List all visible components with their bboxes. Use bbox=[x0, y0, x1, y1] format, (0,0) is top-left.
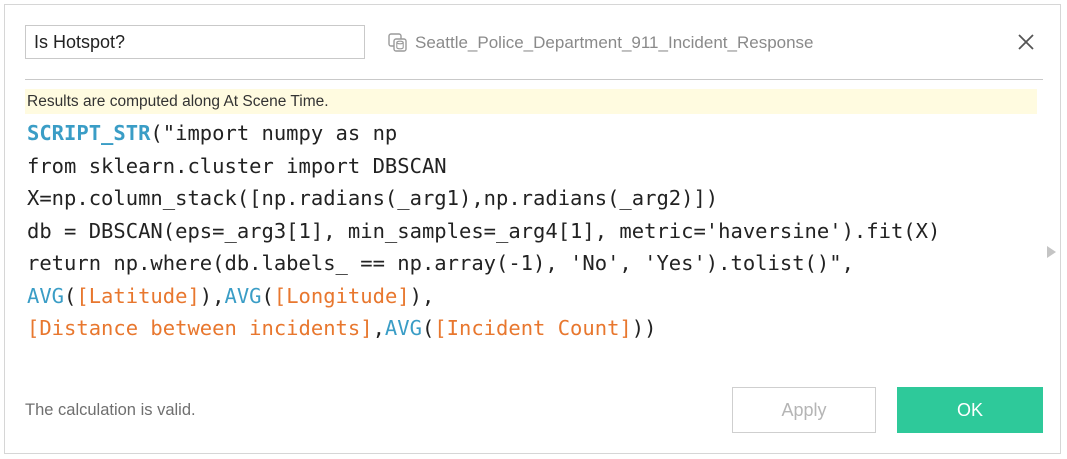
function-name: AVG bbox=[27, 283, 65, 308]
code-text: ), bbox=[199, 283, 225, 308]
formula-line: return np.where(db.labels_ == np.array(-… bbox=[27, 247, 1045, 280]
code-text: ("import numpy as np bbox=[150, 121, 398, 145]
data-source: Seattle_Police_Department_911_Incident_R… bbox=[387, 29, 814, 57]
field-reference: [Latitude] bbox=[76, 283, 200, 308]
formula-line: SCRIPT_STR("import numpy as np bbox=[27, 117, 1045, 150]
function-name: AVG bbox=[384, 316, 422, 340]
code-text: )) bbox=[631, 316, 657, 340]
data-source-icon bbox=[387, 32, 409, 54]
script-keyword: SCRIPT_STR bbox=[27, 121, 151, 145]
code-text: db = DBSCAN(eps=_arg3[1], min_samples=_a… bbox=[27, 218, 941, 243]
calculation-dialog: Seattle_Police_Department_911_Incident_R… bbox=[4, 4, 1061, 454]
code-text: ( bbox=[261, 283, 274, 308]
formula-line: from sklearn.cluster import DBSCAN bbox=[27, 150, 1045, 183]
formula-editor[interactable]: SCRIPT_STR("import numpy as np from sklea… bbox=[27, 117, 1045, 357]
validation-status: The calculation is valid. bbox=[25, 401, 196, 419]
code-text: ( bbox=[64, 283, 77, 308]
formula-line: AVG([Latitude]),AVG([Longitude]), bbox=[27, 280, 1045, 313]
calculation-name-input[interactable] bbox=[25, 25, 365, 59]
field-reference: [Incident Count] bbox=[434, 316, 632, 340]
computation-info-bar: Results are computed along At Scene Time… bbox=[25, 89, 1037, 114]
field-reference: [Longitude] bbox=[273, 283, 410, 308]
function-name: AVG bbox=[224, 283, 262, 308]
code-text: ( bbox=[421, 316, 435, 340]
scroll-right-arrow[interactable] bbox=[1045, 245, 1057, 259]
code-text: from sklearn.cluster import DBSCAN bbox=[27, 153, 447, 178]
code-text: ), bbox=[409, 283, 435, 308]
ok-button[interactable]: OK bbox=[897, 387, 1043, 433]
formula-line: db = DBSCAN(eps=_arg3[1], min_samples=_a… bbox=[27, 215, 1045, 248]
apply-button[interactable]: Apply bbox=[732, 387, 876, 433]
close-button[interactable] bbox=[1015, 31, 1037, 53]
close-icon[interactable] bbox=[1015, 31, 1037, 53]
code-text: , bbox=[372, 316, 385, 340]
code-text: return np.where(db.labels_ == np.array(-… bbox=[27, 251, 854, 275]
header-divider bbox=[25, 79, 1043, 80]
field-reference: [Distance between incidents] bbox=[27, 316, 373, 340]
formula-line: X=np.column_stack([np.radians(_arg1),np.… bbox=[27, 182, 1045, 215]
formula-line: [Distance between incidents],AVG([Incide… bbox=[27, 312, 1045, 345]
code-text: X=np.column_stack([np.radians(_arg1),np.… bbox=[27, 186, 719, 210]
chevron-right-icon[interactable] bbox=[1045, 245, 1057, 259]
data-source-label: Seattle_Police_Department_911_Incident_R… bbox=[415, 33, 814, 52]
